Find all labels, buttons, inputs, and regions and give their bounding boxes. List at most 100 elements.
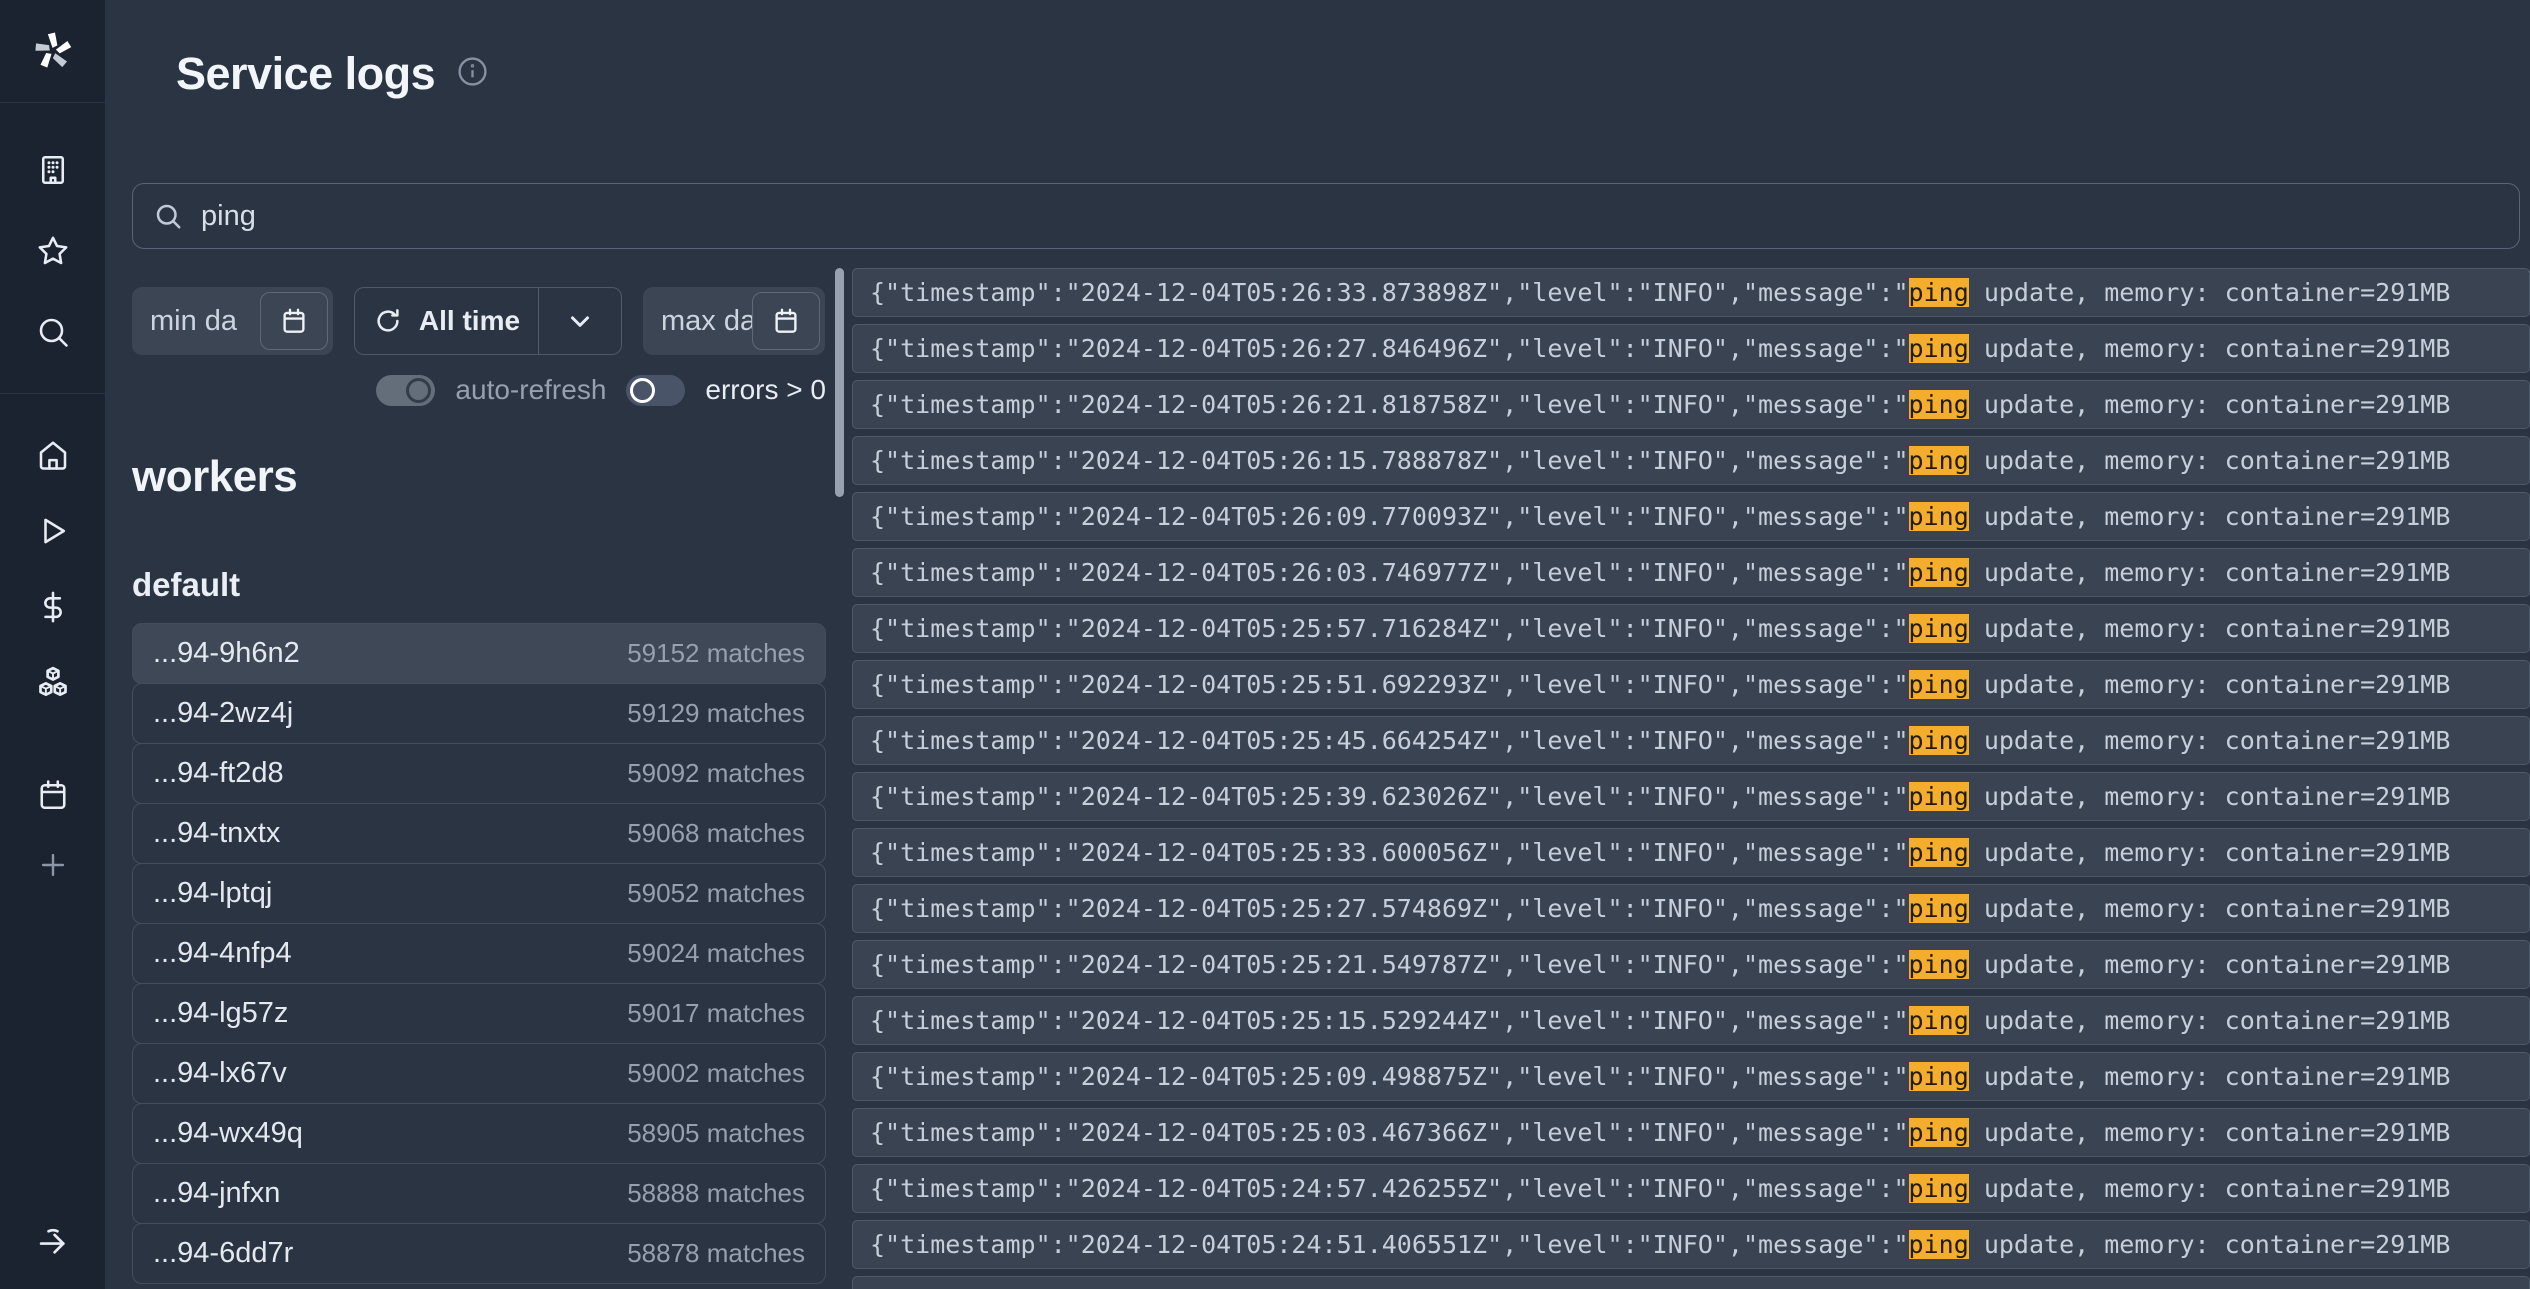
log-line[interactable]: {"timestamp":"2024-12-04T05:26:15.788878… — [852, 436, 2530, 485]
building-icon[interactable] — [34, 151, 72, 189]
worker-row[interactable]: ...94-lg57z 59017 matches — [132, 983, 826, 1044]
worker-name: ...94-lg57z — [153, 997, 288, 1030]
time-range-split-button: All time — [354, 287, 622, 355]
worker-match-count: 59152 matches — [627, 638, 805, 669]
worker-match-count: 58905 matches — [627, 1118, 805, 1149]
worker-name: ...94-4nfp4 — [153, 937, 292, 970]
worker-name: ...94-tnxtx — [153, 817, 280, 850]
worker-match-count: 59002 matches — [627, 1058, 805, 1089]
max-date-input[interactable]: max da — [643, 287, 825, 355]
search-match-highlight: ping — [1909, 1118, 1969, 1147]
refresh-icon — [373, 306, 403, 336]
log-line-text: {"timestamp":"2024-12-04T05:25:27.574869… — [870, 894, 2450, 923]
log-line[interactable]: {"timestamp":"2024-12-04T05:24:51.406551… — [852, 1220, 2530, 1269]
toggle-row: auto-refresh errors > 0 — [132, 370, 826, 410]
log-line[interactable]: {"timestamp":"2024-12-04T05:26:27.846496… — [852, 324, 2530, 373]
worker-row[interactable]: ...94-lx67v 59002 matches — [132, 1043, 826, 1104]
max-date-calendar-button[interactable] — [752, 292, 820, 350]
worker-row[interactable]: ...94-4nfp4 59024 matches — [132, 923, 826, 984]
home-icon[interactable] — [34, 436, 72, 474]
worker-row[interactable]: ...94-ft2d8 59092 matches — [132, 743, 826, 804]
expand-arrow-icon[interactable] — [34, 1223, 72, 1261]
search-match-highlight: ping — [1909, 1174, 1969, 1203]
worker-row[interactable]: ...94-wx49q 58905 matches — [132, 1103, 826, 1164]
plus-icon[interactable] — [34, 846, 72, 884]
search-match-highlight: ping — [1909, 558, 1969, 587]
log-line-text: {"timestamp":"2024-12-04T05:25:51.692293… — [870, 670, 2450, 699]
search-match-highlight: ping — [1909, 726, 1969, 755]
worker-match-count: 59092 matches — [627, 758, 805, 789]
log-line[interactable]: {"timestamp":"2024-12-04T05:25:09.498875… — [852, 1052, 2530, 1101]
worker-match-count: 59024 matches — [627, 938, 805, 969]
log-scrollbar-thumb[interactable] — [835, 268, 844, 497]
log-line[interactable]: {"timestamp":"2024-12-04T05:26:03.746977… — [852, 548, 2530, 597]
dollar-icon[interactable] — [34, 588, 72, 626]
log-line[interactable]: {"timestamp":"2024-12-04T05:26:09.770093… — [852, 492, 2530, 541]
log-line-text: {"timestamp":"2024-12-04T05:26:33.873898… — [870, 278, 2450, 307]
search-match-highlight: ping — [1909, 390, 1969, 419]
toggle-knob — [630, 378, 655, 403]
time-range-button[interactable]: All time — [355, 288, 538, 354]
min-date-input[interactable]: min da — [132, 287, 333, 355]
log-line-text: {"timestamp":"2024-12-04T05:26:21.818758… — [870, 390, 2450, 419]
star-icon[interactable] — [34, 232, 72, 270]
log-timestamp: 2024-12-04T05:25:33.600056Z — [1081, 838, 1487, 867]
time-range-dropdown-button[interactable] — [538, 288, 621, 354]
page-header: Service logs — [176, 48, 488, 100]
search-input[interactable]: ping — [201, 200, 256, 233]
log-line-text: {"timestamp":"2024-12-04T05:26:27.846496… — [870, 334, 2450, 363]
log-line-text: {"timestamp":"2024-12-04T05:26:03.746977… — [870, 558, 2450, 587]
worker-match-count: 59052 matches — [627, 878, 805, 909]
log-line[interactable]: {"timestamp":"2024-12-04T05:25:57.716284… — [852, 604, 2530, 653]
worker-row[interactable]: ...94-9h6n2 59152 matches — [132, 623, 826, 684]
worker-row[interactable]: ...94-jnfxn 58888 matches — [132, 1163, 826, 1224]
errors-toggle[interactable] — [626, 375, 685, 406]
log-line-text: {"timestamp":"2024-12-04T05:25:03.467366… — [870, 1118, 2450, 1147]
log-line[interactable]: {"timestamp":"2024-12-04T05:24:57.426255… — [852, 1164, 2530, 1213]
app-logo[interactable] — [0, 0, 105, 103]
errors-label: errors > 0 — [705, 374, 826, 406]
log-line[interactable]: {"timestamp":"2024-12-04T05:25:03.467366… — [852, 1108, 2530, 1157]
log-line[interactable]: {"timestamp":"2024-12-04T05:26:21.818758… — [852, 380, 2530, 429]
log-timestamp: 2024-12-04T05:25:15.529244Z — [1081, 1006, 1487, 1035]
worker-name: ...94-ft2d8 — [153, 757, 284, 790]
min-date-calendar-button[interactable] — [260, 292, 328, 350]
cubes-icon[interactable] — [34, 664, 72, 702]
worker-row[interactable]: ...94-6dd7r 58878 matches — [132, 1223, 826, 1284]
search-match-highlight: ping — [1909, 782, 1969, 811]
chevron-down-icon — [565, 306, 595, 336]
log-line[interactable]: {"timestamp":"2024-12-04T05:25:39.623026… — [852, 772, 2530, 821]
worker-name: ...94-2wz4j — [153, 697, 293, 730]
info-icon[interactable] — [457, 56, 488, 92]
auto-refresh-toggle[interactable] — [376, 375, 435, 406]
log-line-text: {"timestamp":"2024-12-04T05:24:57.426255… — [870, 1174, 2450, 1203]
log-timestamp: 2024-12-04T05:25:21.549787Z — [1081, 950, 1487, 979]
play-icon[interactable] — [34, 512, 72, 550]
log-line[interactable]: {"timestamp":"2024-12-04T05:25:27.574869… — [852, 884, 2530, 933]
worker-match-count: 58878 matches — [627, 1238, 805, 1269]
log-lines: {"timestamp":"2024-12-04T05:26:33.873898… — [852, 268, 2530, 1289]
calendar-icon[interactable] — [34, 776, 72, 814]
windmill-logo-icon — [30, 28, 76, 74]
worker-name: ...94-6dd7r — [153, 1237, 293, 1270]
log-line[interactable]: {"timestamp":"2024-12-04T05:25:51.692293… — [852, 660, 2530, 709]
search-icon[interactable] — [34, 313, 72, 351]
log-line[interactable]: {"timestamp":"2024-12-04T05:25:45.664254… — [852, 716, 2530, 765]
log-line-text: {"timestamp":"2024-12-04T05:25:57.716284… — [870, 614, 2450, 643]
worker-row[interactable]: ...94-tnxtx 59068 matches — [132, 803, 826, 864]
worker-row[interactable]: ...94-2wz4j 59129 matches — [132, 683, 826, 744]
log-line-partial — [852, 1276, 2530, 1289]
worker-row[interactable]: ...94-lptqj 59052 matches — [132, 863, 826, 924]
log-line[interactable]: {"timestamp":"2024-12-04T05:25:21.549787… — [852, 940, 2530, 989]
log-line[interactable]: {"timestamp":"2024-12-04T05:26:33.873898… — [852, 268, 2530, 317]
search-match-highlight: ping — [1909, 334, 1969, 363]
log-line[interactable]: {"timestamp":"2024-12-04T05:25:33.600056… — [852, 828, 2530, 877]
search-icon — [153, 201, 183, 231]
worker-match-count: 58888 matches — [627, 1178, 805, 1209]
log-line-text: {"timestamp":"2024-12-04T05:25:21.549787… — [870, 950, 2450, 979]
log-timestamp: 2024-12-04T05:26:27.846496Z — [1081, 334, 1487, 363]
log-timestamp: 2024-12-04T05:26:09.770093Z — [1081, 502, 1487, 531]
search-match-highlight: ping — [1909, 446, 1969, 475]
log-line[interactable]: {"timestamp":"2024-12-04T05:25:15.529244… — [852, 996, 2530, 1045]
log-search-bar[interactable]: ping — [132, 183, 2520, 249]
